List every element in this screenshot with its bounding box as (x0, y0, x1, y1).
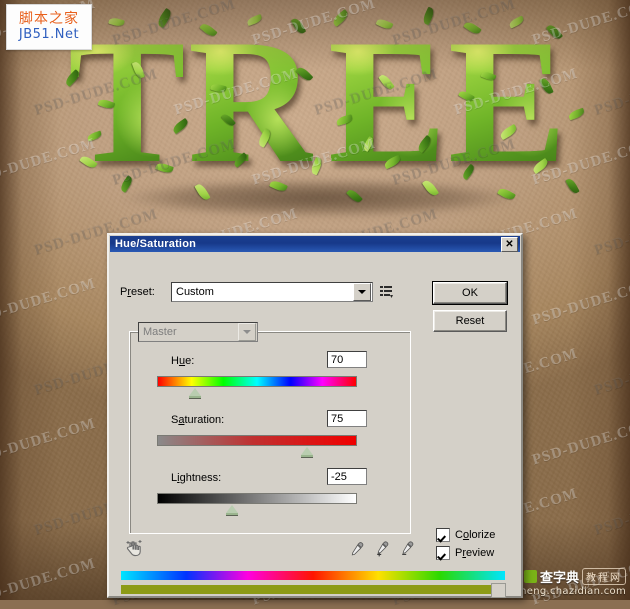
leaf-icon (567, 107, 586, 121)
watermark-text: PSD-DUDE.COM (530, 275, 630, 329)
lightness-slider-thumb[interactable] (226, 505, 238, 515)
eyedropper-minus-icon[interactable] (399, 541, 415, 557)
hue-slider-thumb[interactable] (189, 388, 201, 398)
jb51-watermark-logo: 脚本之家 JB51.Net (6, 4, 92, 50)
preview-checkbox-row[interactable]: Preview (436, 546, 494, 560)
watermark-text: PSD-DUDE.COM (592, 65, 630, 119)
saturation-value-input[interactable]: 75 (327, 410, 367, 427)
color-bar-handle[interactable] (491, 583, 506, 598)
saturation-slider-track[interactable] (157, 435, 357, 446)
colorize-checkbox[interactable] (436, 528, 450, 542)
dialog-body: Preset: Custom OK Reset Master Hue: 70 S… (109, 253, 517, 598)
hue-saturation-dialog: Hue/Saturation ✕ Preset: Custom OK Reset (107, 233, 523, 598)
colorize-label: Colorize (455, 529, 496, 541)
channel-dropdown[interactable]: Master (138, 322, 258, 342)
on-image-adjustment-tool-icon[interactable] (125, 539, 143, 557)
chazidian-logo-row: 查字典 教程网 (523, 567, 626, 586)
output-color-result-bar (121, 585, 505, 594)
saturation-slider-thumb[interactable] (301, 447, 313, 457)
hue-value-input[interactable]: 70 (327, 351, 367, 368)
preview-label: Preview (455, 547, 495, 559)
watermark-text: PSD-DUDE.COM (530, 415, 630, 469)
preset-options-menu-icon[interactable] (378, 283, 394, 299)
eyedropper-icon[interactable] (349, 541, 365, 557)
lightness-slider-track[interactable] (157, 493, 357, 504)
jb51-english-text: JB51.Net (18, 27, 80, 42)
chazidian-chinese-text: 查字典 (539, 571, 579, 586)
eyedropper-plus-icon[interactable] (374, 541, 390, 557)
tree-artwork: T R E E (60, 2, 586, 224)
chazidian-boxed-text: 教程网 (582, 568, 626, 585)
dialog-titlebar[interactable]: Hue/Saturation ✕ (110, 236, 520, 252)
chevron-down-icon[interactable] (238, 323, 256, 341)
chazidian-mark-icon (523, 570, 537, 583)
preset-dropdown[interactable]: Custom (171, 282, 373, 302)
reset-button[interactable]: Reset (433, 310, 507, 332)
preset-label: Preset: (120, 286, 155, 298)
hue-slider-track[interactable] (157, 376, 357, 387)
preview-checkbox[interactable] (436, 546, 450, 560)
chevron-down-icon[interactable] (353, 283, 371, 301)
watermark-text: PSD-DUDE.COM (0, 555, 98, 609)
lightness-value-input[interactable]: -25 (327, 468, 367, 485)
ok-button[interactable]: OK (432, 281, 508, 305)
channel-value: Master (143, 326, 177, 338)
tree-letter-r: R (188, 2, 313, 200)
saturation-label: Saturation: (171, 414, 225, 426)
lightness-label: Lightness: (171, 472, 222, 484)
preset-value: Custom (176, 286, 214, 298)
watermark-text: PSD-DUDE.COM (592, 485, 630, 539)
close-icon[interactable]: ✕ (501, 236, 518, 252)
watermark-text: PSD-DUDE.COM (592, 205, 630, 259)
jb51-chinese-text: 脚本之家 (19, 11, 79, 27)
watermark-text: PSD-DUDE.COM (0, 415, 98, 469)
input-hue-spectrum-bar (121, 571, 505, 580)
dialog-title: Hue/Saturation (115, 238, 197, 250)
watermark-text: PSD-DUDE.COM (0, 275, 98, 329)
colorize-checkbox-row[interactable]: Colorize (436, 528, 495, 542)
watermark-text: PSD-DUDE.COM (592, 345, 630, 399)
hue-label: Hue: (171, 355, 195, 367)
